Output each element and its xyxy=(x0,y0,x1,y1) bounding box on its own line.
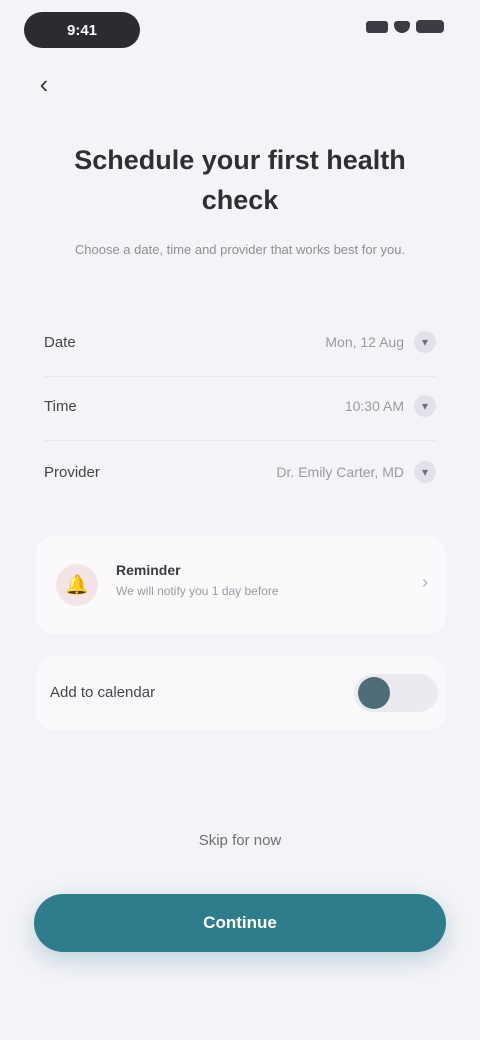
status-icons xyxy=(366,20,444,33)
time-label: Time xyxy=(44,397,77,415)
page-subtitle: Choose a date, time and provider that wo… xyxy=(74,242,406,257)
reminder-card[interactable]: 🔔 Reminder We will notify you 1 day befo… xyxy=(36,536,446,634)
chevron-left-icon: ‹ xyxy=(39,68,49,99)
toggle-knob xyxy=(358,677,390,709)
status-time: 9:41 xyxy=(24,12,140,48)
calendar-toggle[interactable] xyxy=(354,674,438,712)
date-value: Mon, 12 Aug xyxy=(325,334,404,350)
provider-row[interactable]: Provider Dr. Emily Carter, MD ▾ xyxy=(44,446,436,498)
divider xyxy=(44,440,436,441)
date-label: Date xyxy=(44,333,76,351)
continue-button[interactable]: Continue xyxy=(34,894,446,952)
reminder-title: Reminder xyxy=(116,562,181,578)
provider-label: Provider xyxy=(44,463,100,481)
divider xyxy=(44,376,436,377)
toggle-label: Add to calendar xyxy=(50,684,156,701)
cellular-signal-icon xyxy=(366,20,388,33)
chevron-right-icon: › xyxy=(422,572,428,592)
chevron-down-icon: ▾ xyxy=(414,331,436,353)
bell-icon: 🔔 xyxy=(56,564,98,606)
date-row[interactable]: Date Mon, 12 Aug ▾ xyxy=(44,316,436,368)
time-value: 10:30 AM xyxy=(344,398,404,414)
chevron-down-icon: ▾ xyxy=(414,461,436,483)
skip-link[interactable]: Skip for now xyxy=(150,832,330,849)
back-button[interactable]: ‹ xyxy=(26,66,62,102)
provider-value: Dr. Emily Carter, MD xyxy=(276,464,404,480)
reminder-description: We will notify you 1 day before xyxy=(116,584,279,598)
calendar-toggle-card: Add to calendar xyxy=(36,656,446,730)
battery-icon xyxy=(416,20,444,33)
status-bar: 9:41 xyxy=(0,0,480,64)
chevron-down-icon: ▾ xyxy=(414,395,436,417)
page-title: Schedule your first health check xyxy=(74,145,406,215)
wifi-icon xyxy=(394,20,410,33)
time-row[interactable]: Time 10:30 AM ▾ xyxy=(44,380,436,432)
